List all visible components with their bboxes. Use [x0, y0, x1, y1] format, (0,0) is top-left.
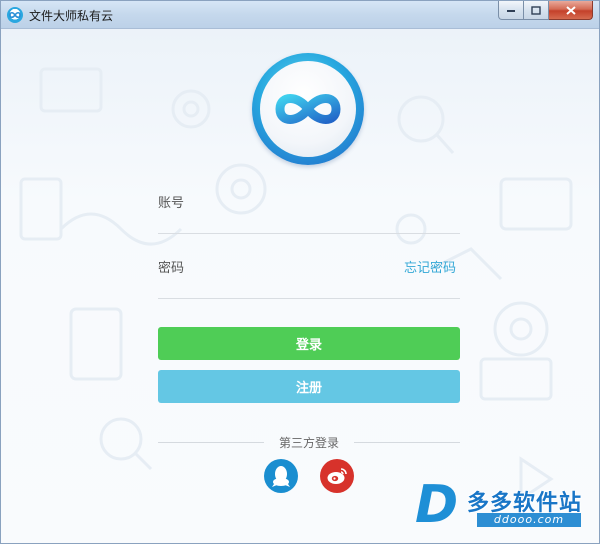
infinity-logo-icon: [260, 61, 356, 157]
watermark-logo-icon: D: [415, 475, 459, 535]
window-title: 文件大师私有云: [29, 9, 114, 23]
maximize-icon: [531, 5, 541, 15]
password-label: 密码: [158, 261, 185, 276]
site-watermark: D 多多软件站 ddooo.com: [413, 475, 599, 543]
maximize-button[interactable]: [524, 1, 549, 20]
weibo-icon: [327, 468, 347, 484]
account-underline: [158, 233, 460, 234]
forgot-password-link[interactable]: 忘记密码: [404, 257, 456, 276]
close-button[interactable]: [549, 1, 593, 20]
login-window: 文件大师私有云 账号 密码 忘记密码 登录 注册 第三方登录 D 多多软件站 d…: [0, 0, 600, 544]
divider-left: [158, 442, 264, 443]
account-input[interactable]: [201, 189, 460, 211]
divider-right: [354, 442, 460, 443]
app-logo-icon: [7, 7, 23, 23]
login-button[interactable]: 登录: [158, 327, 460, 360]
window-controls: [498, 1, 593, 21]
account-label: 账号: [158, 196, 185, 211]
app-logo: [252, 53, 364, 165]
third-party-login-label: 第三方登录: [278, 436, 339, 450]
close-icon: [565, 5, 576, 15]
qq-login-button[interactable]: [264, 459, 298, 493]
password-underline: [158, 298, 460, 299]
title-bar: 文件大师私有云: [1, 1, 599, 29]
minimize-icon: [507, 10, 515, 12]
register-button[interactable]: 注册: [158, 370, 460, 403]
watermark-url: ddooo.com: [477, 513, 581, 527]
minimize-button[interactable]: [498, 1, 524, 20]
password-input[interactable]: [201, 254, 391, 276]
qq-penguin-icon: [272, 466, 290, 487]
weibo-login-button[interactable]: [320, 459, 354, 493]
